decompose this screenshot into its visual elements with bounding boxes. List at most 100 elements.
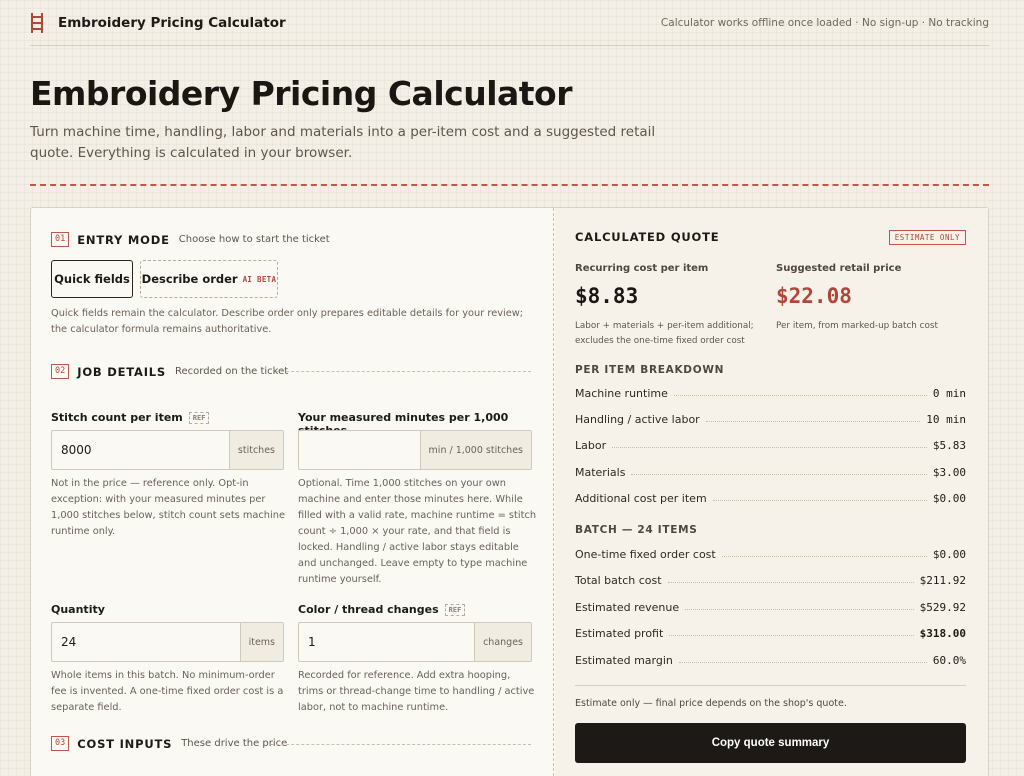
cost-inputs-header: 03 COST INPUTS These drive the price [51,736,287,751]
row-value: $318.00 [919,626,966,640]
color-changes-value: 1 [308,635,316,649]
retail-price-value: $22.08 [776,284,852,308]
quick-fields-label: Quick fields [54,272,130,286]
row-label: Additional cost per item [575,491,707,505]
quantity-help: Whole items in this batch. No minimum-or… [51,670,284,713]
ai-beta-badge: AI BETA [242,274,277,284]
minutes-per-1000-unit: min / 1,000 stitches [419,431,531,469]
row-label: Labor [575,438,607,452]
color-changes-label-text: Color / thread changes [298,603,439,616]
quick-fields-button[interactable]: Quick fields [51,260,133,298]
recurring-cost-value: $8.83 [575,284,639,308]
estimate-only-badge: ESTIMATE ONLY [888,230,966,245]
copy-quote-label: Copy quote summary [711,737,830,749]
row-value: $3.00 [932,465,966,479]
copy-quote-button[interactable]: Copy quote summary [575,723,966,763]
section-number: 02 [51,364,70,379]
job-details-header: 02 JOB DETAILS Recorded on the ticket [51,364,288,379]
stitch-count-unit: stitches [228,431,283,469]
section-title: JOB DETAILS [77,364,167,379]
batch-row: Total batch cost $211.92 [575,571,966,589]
color-changes-help: Recorded for reference. Add extra hoopin… [298,670,535,713]
top-bar: Embroidery Pricing Calculator Calculator… [30,0,989,46]
batch-row: Estimated revenue $529.92 [575,598,966,616]
minutes-per-1000-help: Optional. Time 1,000 stitches on your ow… [298,478,537,585]
section-number: 01 [51,232,70,247]
quantity-label: Quantity [51,603,105,616]
row-value: $211.92 [919,573,966,587]
section-description: Recorded on the ticket [175,366,289,377]
section-rule [276,371,531,372]
input-panel: 01 ENTRY MODE Choose how to start the ti… [31,208,553,776]
leader-dots [673,394,927,396]
quantity-label-text: Quantity [51,603,105,616]
minutes-per-1000-value [299,431,420,469]
entry-mode-help: Quick fields remain the calculator. Desc… [51,308,524,335]
row-label: Materials [575,465,626,479]
section-description: Choose how to start the ticket [178,234,330,245]
estimate-footnote: Estimate only — final price depends on t… [575,698,847,709]
batch-header: BATCH — 24 ITEMS [575,524,698,536]
quote-title: CALCULATED QUOTE [575,230,720,244]
breakdown-row: Additional cost per item $0.00 [575,489,966,507]
breakdown-row: Labor $5.83 [575,436,966,454]
leader-dots [612,446,927,448]
row-label: Estimated profit [575,626,664,640]
row-value: $0.00 [932,547,966,561]
describe-order-button[interactable]: Describe order AI BETA [140,260,278,298]
row-value: $0.00 [932,491,966,505]
panel-divider [553,208,554,776]
section-title: COST INPUTS [77,736,173,751]
brand-title: Embroidery Pricing Calculator [58,14,286,31]
page-title: Embroidery Pricing Calculator [30,74,573,113]
leader-dots [721,555,927,557]
privacy-note: Calculator works offline once loaded · N… [660,16,989,29]
section-rule [271,744,531,745]
batch-row: Estimated profit $318.00 [575,624,966,642]
row-value: 10 min [926,412,966,426]
leader-dots [631,473,927,475]
brand[interactable]: Embroidery Pricing Calculator [30,12,286,33]
row-label: Estimated revenue [575,600,680,614]
leader-dots [705,420,921,422]
leader-dots [685,608,914,610]
color-changes-input[interactable]: 1 changes [298,622,532,662]
per-item-header: PER ITEM BREAKDOWN [575,364,725,376]
retail-price-label: Suggested retail price [776,263,902,274]
quantity-unit: items [239,623,283,661]
footer-rule [575,685,966,686]
leader-dots [667,581,914,583]
batch-row: Estimated margin 60.0% [575,651,966,669]
row-value: $5.83 [932,438,966,452]
breakdown-row: Machine runtime 0 min [575,384,966,402]
row-value: 0 min [932,386,966,400]
section-number: 03 [51,736,70,751]
quantity-input[interactable]: 24 items [51,622,284,662]
ref-tag: REF [188,411,210,424]
quote-panel: CALCULATED QUOTE ESTIMATE ONLY Recurring… [555,208,988,776]
entry-mode-header: 01 ENTRY MODE Choose how to start the ti… [51,232,330,247]
stitch-count-input[interactable]: 8000 stitches [51,430,284,470]
minutes-per-1000-input[interactable]: min / 1,000 stitches [298,430,532,470]
stitch-count-value: 8000 [61,443,92,457]
row-value: $529.92 [919,600,966,614]
ref-tag: REF [444,603,466,616]
row-value: 60.0% [932,653,966,667]
row-label: Handling / active labor [575,412,700,426]
breakdown-row: Materials $3.00 [575,463,966,481]
stitch-count-label-text: Stitch count per item [51,411,183,424]
batch-row: One-time fixed order cost $0.00 [575,545,966,563]
ladder-logo-icon [30,12,44,33]
row-label: Machine runtime [575,386,668,400]
stitch-count-label: Stitch count per item REF [51,411,210,424]
describe-order-label: Describe order [141,272,238,286]
stitch-count-help: Not in the price — reference only. Opt-i… [51,478,285,537]
leader-dots [669,634,914,636]
breakdown-row: Handling / active labor 10 min [575,410,966,428]
row-label: Estimated margin [575,653,673,667]
calculator-card: 01 ENTRY MODE Choose how to start the ti… [30,207,989,776]
retail-price-note: Per item, from marked-up batch cost [776,321,938,331]
quantity-value: 24 [61,635,77,649]
page-subtitle: Turn machine time, handling, labor and m… [30,124,656,161]
hero-divider [30,184,989,186]
